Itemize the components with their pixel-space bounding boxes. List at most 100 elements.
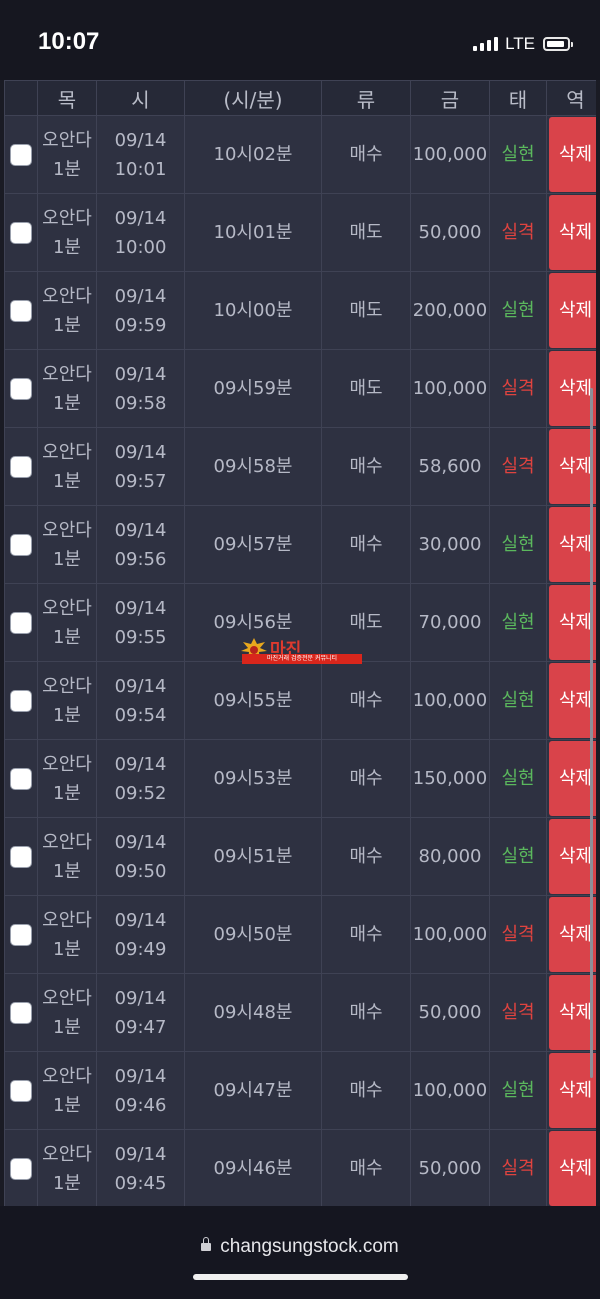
cell-amount: 100,000 bbox=[410, 895, 490, 974]
cell-type: 매수 bbox=[321, 739, 411, 818]
cell-amount: 50,000 bbox=[410, 973, 490, 1052]
row-checkbox[interactable] bbox=[10, 1080, 32, 1102]
delete-button[interactable]: 삭제 bbox=[548, 351, 596, 426]
cell-hour-minute: 09시46분 bbox=[184, 1129, 322, 1206]
row-checkbox[interactable] bbox=[10, 690, 32, 712]
cell-delete: 삭제 bbox=[546, 349, 596, 428]
cell-type: 매도 bbox=[321, 193, 411, 272]
cell-item: 오안다 1분 bbox=[37, 583, 97, 662]
cell-item: 오안다 1분 bbox=[37, 895, 97, 974]
table-header-row: 목 시 (시/분) 류 금 태 역 bbox=[4, 80, 596, 116]
row-checkbox[interactable] bbox=[10, 1002, 32, 1024]
delete-button[interactable]: 삭제 bbox=[548, 273, 596, 348]
cell-status: 실현 bbox=[489, 1051, 547, 1130]
cell-time: 09/14 10:00 bbox=[96, 193, 185, 272]
cell-item: 오안다 1분 bbox=[37, 1051, 97, 1130]
battery-icon bbox=[543, 37, 573, 51]
status-badge: 실현 bbox=[501, 534, 535, 555]
cell-time: 09/14 09:59 bbox=[96, 271, 185, 350]
row-checkbox[interactable] bbox=[10, 534, 32, 556]
cell-delete: 삭제 bbox=[546, 661, 596, 740]
table-row: 오안다 1분 09/14 09:50 09시51분 매수 80,000 실현 삭 제 bbox=[4, 817, 596, 896]
cell-time: 09/14 10:01 bbox=[96, 115, 185, 194]
cell-amount: 100,000 bbox=[410, 1051, 490, 1130]
cell-type: 매수 bbox=[321, 973, 411, 1052]
row-checkbox[interactable] bbox=[10, 378, 32, 400]
table-row: 오안다 1분 09/14 10:01 10시02분 매수 100,000 실현 삭 제 bbox=[4, 115, 596, 194]
cell-hour-minute: 09시57분 bbox=[184, 505, 322, 584]
delete-button[interactable]: 삭제 bbox=[548, 507, 596, 582]
status-badge: 실격 bbox=[501, 924, 535, 945]
cell-item: 오안다 1분 bbox=[37, 427, 97, 506]
cell-type: 매도 bbox=[321, 349, 411, 428]
cell-type: 매수 bbox=[321, 115, 411, 194]
row-checkbox[interactable] bbox=[10, 1158, 32, 1180]
cell-item: 오안다 1분 bbox=[37, 817, 97, 896]
table-row: 오안다 1분 09/14 09:57 09시58분 매수 58,600 실격 삭 제 bbox=[4, 427, 596, 506]
delete-button[interactable]: 삭제 bbox=[548, 819, 596, 894]
cell-type: 매수 bbox=[321, 505, 411, 584]
row-checkbox[interactable] bbox=[10, 846, 32, 868]
delete-button[interactable]: 삭제 bbox=[548, 195, 596, 270]
row-checkbox[interactable] bbox=[10, 924, 32, 946]
cell-status: 실현 bbox=[489, 661, 547, 740]
cell-status: 실격 bbox=[489, 349, 547, 428]
cell-time: 09/14 09:58 bbox=[96, 349, 185, 428]
cell-time: 09/14 09:52 bbox=[96, 739, 185, 818]
cell-type: 매수 bbox=[321, 1129, 411, 1206]
row-checkbox[interactable] bbox=[10, 300, 32, 322]
table-row: 오안다 1분 09/14 09:52 09시53분 매수 150,000 실현 삭 제 bbox=[4, 739, 596, 818]
scrollbar[interactable] bbox=[590, 388, 593, 1078]
cell-status: 실현 bbox=[489, 817, 547, 896]
status-icons: LTE bbox=[473, 33, 573, 55]
cell-type: 매수 bbox=[321, 817, 411, 896]
delete-button[interactable]: 삭제 bbox=[548, 975, 596, 1050]
cell-type: 매수 bbox=[321, 895, 411, 974]
header-hour-minute: (시/분) bbox=[184, 80, 322, 116]
delete-button[interactable]: 삭제 bbox=[548, 897, 596, 972]
cell-time: 09/14 09:54 bbox=[96, 661, 185, 740]
cell-type: 매수 bbox=[321, 661, 411, 740]
cell-amount: 70,000 bbox=[410, 583, 490, 662]
cell-item: 오안다 1분 bbox=[37, 505, 97, 584]
row-checkbox[interactable] bbox=[10, 456, 32, 478]
cell-time: 09/14 09:47 bbox=[96, 973, 185, 1052]
delete-button[interactable]: 삭제 bbox=[548, 1053, 596, 1128]
cell-status: 실격 bbox=[489, 973, 547, 1052]
cell-hour-minute: 10시01분 bbox=[184, 193, 322, 272]
cell-amount: 58,600 bbox=[410, 427, 490, 506]
cell-item: 오안다 1분 bbox=[37, 349, 97, 428]
home-indicator[interactable] bbox=[193, 1274, 408, 1280]
cell-delete: 삭제 bbox=[546, 973, 596, 1052]
cell-time: 09/14 09:50 bbox=[96, 817, 185, 896]
cell-hour-minute: 10시02분 bbox=[184, 115, 322, 194]
delete-button[interactable]: 삭제 bbox=[548, 663, 596, 738]
delete-button[interactable]: 삭제 bbox=[548, 429, 596, 504]
cell-delete: 삭제 bbox=[546, 1051, 596, 1130]
table-row: 오안다 1분 09/14 09:49 09시50분 매수 100,000 실격 삭 제 bbox=[4, 895, 596, 974]
row-checkbox[interactable] bbox=[10, 768, 32, 790]
delete-button[interactable]: 삭제 bbox=[548, 1131, 596, 1206]
row-checkbox[interactable] bbox=[10, 612, 32, 634]
cell-delete: 삭제 bbox=[546, 427, 596, 506]
address-bar[interactable]: changsungstock.com bbox=[0, 1236, 600, 1258]
status-bar: 10:07 LTE bbox=[0, 0, 600, 80]
cell-amount: 100,000 bbox=[410, 349, 490, 428]
table-row: 오안다 1분 09/14 09:46 09시47분 매수 100,000 실현 삭 제 bbox=[4, 1051, 596, 1130]
browser-bottom-bar: changsungstock.com bbox=[0, 1206, 600, 1299]
row-checkbox[interactable] bbox=[10, 222, 32, 244]
cell-type: 매수 bbox=[321, 1051, 411, 1130]
cell-hour-minute: 10시00분 bbox=[184, 271, 322, 350]
network-label: LTE bbox=[505, 34, 535, 53]
row-checkbox[interactable] bbox=[10, 144, 32, 166]
cell-amount: 100,000 bbox=[410, 661, 490, 740]
delete-button[interactable]: 삭제 bbox=[548, 741, 596, 816]
status-badge: 실현 bbox=[501, 768, 535, 789]
header-checkbox-col bbox=[4, 80, 38, 116]
status-badge: 실현 bbox=[501, 1080, 535, 1101]
delete-button[interactable]: 삭제 bbox=[548, 585, 596, 660]
watermark-subtitle: 마진거래 검증전문 커뮤니티 bbox=[242, 654, 362, 664]
delete-button[interactable]: 삭제 bbox=[548, 117, 596, 192]
cell-type: 매수 bbox=[321, 427, 411, 506]
cell-status: 실현 bbox=[489, 115, 547, 194]
